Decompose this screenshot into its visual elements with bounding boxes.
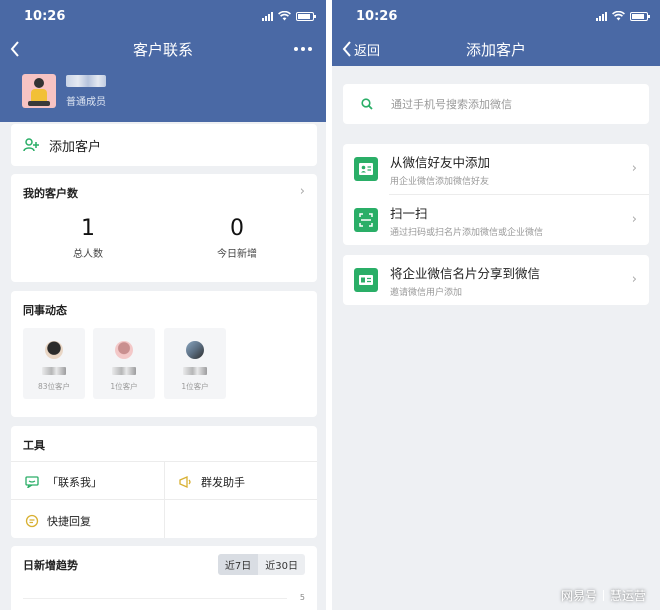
today-new: 0 今日新增	[192, 216, 282, 260]
phone-search-input[interactable]	[389, 96, 623, 112]
tool-label: 「联系我」	[47, 476, 102, 489]
colleague-tile[interactable]: 1位客户	[93, 328, 155, 399]
option-title: 扫一扫	[390, 205, 428, 221]
tool-contact-me[interactable]: 「联系我」	[25, 474, 102, 490]
page-title: 添加客户	[465, 40, 526, 59]
colleague-avatar	[45, 341, 63, 359]
tool-label: 快捷回复	[47, 515, 91, 528]
more-dots-icon	[294, 47, 298, 51]
chevron-right-icon: ›	[631, 212, 637, 227]
chevron-right-icon: ›	[631, 272, 637, 287]
tool-label: 群发助手	[201, 476, 245, 489]
today-value: 0	[230, 216, 244, 241]
watermark-author: 慧运营	[609, 589, 646, 603]
tool-quick-reply[interactable]: 快捷回复	[25, 513, 91, 529]
back-button[interactable]	[10, 32, 20, 66]
card-title: 日新增趋势	[23, 559, 78, 572]
status-icons	[596, 11, 650, 21]
chart-axis-tick: 5	[299, 593, 305, 602]
share-option-group: 将企业微信名片分享到微信 邀请微信用户添加 ›	[343, 255, 649, 305]
signal-icon	[262, 11, 273, 21]
phone-search-bar[interactable]	[343, 84, 649, 124]
add-customer-label: 添加客户	[49, 139, 102, 155]
battery-icon	[630, 11, 650, 21]
colleague-tile[interactable]: 1位客户	[164, 328, 226, 399]
colleague-name-blurred	[112, 367, 136, 375]
colleague-name-blurred	[183, 367, 207, 375]
option-subtitle: 邀请微信用户添加	[390, 287, 463, 298]
trend-range-toggle: 近7日 近30日	[217, 554, 305, 575]
megaphone-icon	[179, 476, 191, 488]
member-role: 普通成员	[66, 96, 106, 108]
option-title: 将企业微信名片分享到微信	[390, 265, 541, 281]
avatar[interactable]	[22, 74, 56, 108]
card-title: 同事动态	[23, 304, 67, 317]
option-share-card-to-wechat[interactable]: 将企业微信名片分享到微信 邀请微信用户添加 ›	[343, 255, 649, 305]
tab-7-days[interactable]: 近7日	[217, 554, 259, 575]
wifi-icon	[278, 11, 291, 21]
option-subtitle: 用企业微信添加微信好友	[390, 176, 490, 187]
status-bar: 10:26	[0, 0, 326, 32]
option-scan[interactable]: 扫一扫 通过扫码或扫名片添加微信或企业微信 ›	[343, 195, 649, 245]
battery-icon	[296, 11, 316, 21]
colleague-count: 1位客户	[110, 382, 138, 391]
customer-count-card[interactable]: 我的客户数 › 1 总人数 0 今日新增	[11, 174, 317, 282]
watermark: 网易号 慧运营	[561, 587, 646, 604]
total-label: 总人数	[73, 249, 103, 260]
tool-mass-send[interactable]: 群发助手	[179, 474, 245, 490]
nav-bar: 客户联系	[0, 32, 326, 66]
more-button[interactable]	[294, 32, 312, 66]
left-screen: 10:26 客户联系 普通成员 添加客户 我的客户数 › 1 总人数 0 今日新…	[0, 0, 326, 610]
daily-trend-card: 日新增趋势 近7日 近30日 5	[11, 546, 317, 610]
total-value: 1	[81, 216, 95, 241]
colleague-avatar	[186, 341, 204, 359]
colleague-count: 83位客户	[37, 382, 71, 391]
right-screen: 10:26 返回 添加客户 从微信好友中添加 用企业微信添加微信	[332, 0, 660, 610]
back-button[interactable]: 返回	[342, 32, 380, 66]
tools-card: 工具 「联系我」 群发助手 快捷回复	[11, 426, 317, 538]
scan-icon	[354, 208, 378, 232]
colleague-avatar	[115, 341, 133, 359]
chart-gridline	[23, 598, 287, 599]
chevron-left-icon	[10, 41, 19, 57]
chevron-right-icon: ›	[299, 184, 305, 199]
add-customer-button[interactable]: 添加客户	[11, 124, 317, 166]
option-title: 从微信好友中添加	[390, 154, 491, 170]
status-bar: 10:26	[332, 0, 660, 32]
header: 10:26 客户联系 普通成员	[0, 0, 326, 122]
header: 10:26 返回 添加客户	[332, 0, 660, 66]
status-time: 10:26	[24, 8, 66, 24]
business-card-icon	[354, 268, 378, 292]
chevron-left-icon	[342, 41, 351, 57]
profile: 普通成员	[22, 74, 106, 108]
page-title: 客户联系	[132, 40, 193, 59]
colleague-name-blurred	[42, 367, 66, 375]
card-title: 我的客户数	[23, 187, 78, 200]
search-icon	[361, 98, 373, 110]
user-name-blurred	[66, 74, 106, 87]
status-icons	[262, 11, 316, 21]
total-customers: 1 总人数	[43, 216, 133, 260]
chevron-right-icon: ›	[631, 161, 637, 176]
add-user-icon	[23, 138, 39, 152]
watermark-source: 网易号	[560, 589, 597, 603]
colleague-tile[interactable]: 83位客户	[23, 328, 85, 399]
back-label: 返回	[354, 43, 381, 59]
tab-30-days[interactable]: 近30日	[258, 554, 305, 575]
wifi-icon	[612, 11, 625, 21]
message-icon	[25, 476, 39, 488]
contact-card-icon	[354, 157, 378, 181]
colleague-count: 1位客户	[181, 382, 209, 391]
colleague-activity-card: 同事动态 83位客户 1位客户 1位客户	[11, 291, 317, 417]
add-options-group: 从微信好友中添加 用企业微信添加微信好友 › 扫一扫 通过扫码或扫名片添加微信或…	[343, 144, 649, 245]
option-add-from-wechat-friends[interactable]: 从微信好友中添加 用企业微信添加微信好友 ›	[343, 144, 649, 194]
today-label: 今日新增	[217, 249, 257, 260]
option-subtitle: 通过扫码或扫名片添加微信或企业微信	[390, 227, 544, 238]
quick-reply-icon	[25, 514, 39, 528]
signal-icon	[596, 11, 607, 21]
nav-bar: 返回 添加客户	[332, 32, 660, 66]
status-time: 10:26	[356, 8, 398, 24]
card-title: 工具	[23, 439, 45, 452]
